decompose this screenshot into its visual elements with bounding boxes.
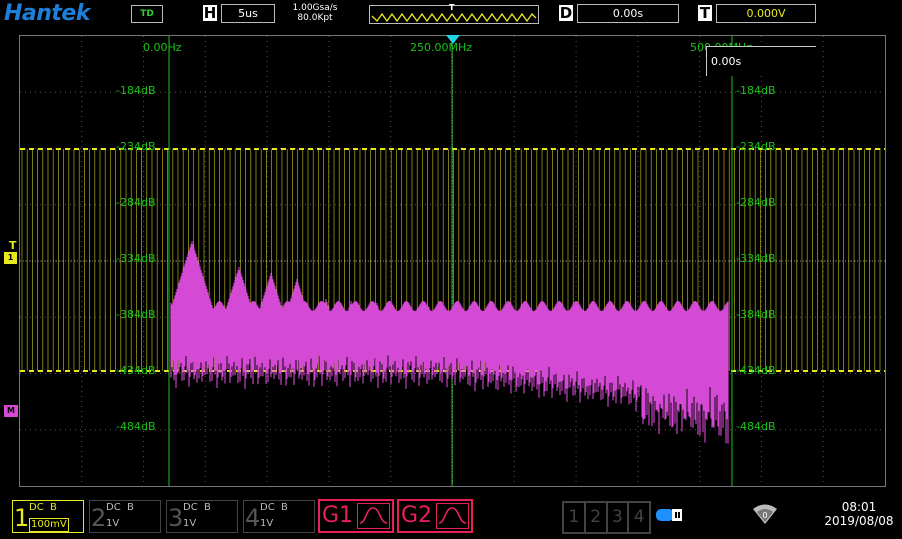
wifi-icon: 0: [753, 504, 777, 524]
trigger-level-marker[interactable]: T: [9, 239, 17, 252]
trigger-position-marker: T: [449, 3, 455, 12]
channel-coupling: DC B: [183, 502, 211, 513]
generator-label: G2: [401, 503, 433, 528]
channel-scale: 1V: [106, 518, 120, 529]
channel-scale: 1V: [183, 518, 197, 529]
channel-selector-item[interactable]: 4: [628, 502, 650, 533]
generator-label: G1: [322, 503, 354, 528]
clock-date: 2019/08/08: [824, 514, 894, 528]
generator-1-box[interactable]: G1: [318, 499, 394, 533]
db-label-left: -284dB: [116, 196, 156, 209]
channel-coupling: DC B: [106, 502, 134, 513]
svg-text:0: 0: [762, 511, 767, 520]
channel-3-box[interactable]: 3 DC B 1V: [166, 500, 238, 533]
hantek-logo: Hantek: [4, 1, 91, 26]
channel-2-box[interactable]: 2 DC B 1V: [89, 500, 161, 533]
db-label-right: -434dB: [736, 364, 776, 377]
trigger-level-value[interactable]: 0.000V: [716, 4, 816, 23]
mode-badge[interactable]: TD: [131, 5, 163, 23]
math-offset-marker[interactable]: M: [4, 405, 18, 417]
channel-scale: 100mV: [29, 518, 69, 532]
sample-rate: 1.00Gsa/s: [292, 3, 338, 13]
sine-wave-icon: [357, 503, 390, 529]
db-label-right: -334dB: [736, 252, 776, 265]
channel-selector-item[interactable]: 3: [606, 502, 629, 533]
db-label-right: -484dB: [736, 420, 776, 433]
horizontal-label: H: [203, 4, 217, 22]
db-label-right: -234dB: [736, 140, 776, 153]
db-label-left: -384dB: [116, 308, 156, 321]
channel-coupling: DC B: [260, 502, 288, 513]
db-label-right: -184dB: [736, 84, 776, 97]
memory-depth: 80.0Kpt: [297, 13, 333, 23]
channel-number: 3: [168, 504, 184, 532]
usb-drive-icon: [656, 509, 682, 521]
cursor-readout: 0.00s: [706, 46, 816, 76]
fft-start-freq: 0.00Hz: [143, 41, 182, 54]
db-label-left: -184dB: [116, 84, 156, 97]
channel-scale: 1V: [260, 518, 274, 529]
db-label-left: -484dB: [116, 420, 156, 433]
channel-selector-item[interactable]: 2: [584, 502, 607, 533]
ch1-offset-marker[interactable]: 1: [4, 252, 17, 264]
fft-center-freq: 250.00MHz: [410, 41, 473, 54]
db-label-left: -334dB: [116, 252, 156, 265]
db-label-right: -384dB: [736, 308, 776, 321]
db-label-left: -234dB: [116, 140, 156, 153]
clock-time: 08:01: [841, 500, 877, 514]
channel-selector-item[interactable]: 1: [563, 502, 585, 533]
channel-4-box[interactable]: 4 DC B 1V: [243, 500, 315, 533]
delay-value[interactable]: 0.00s: [577, 4, 679, 23]
trigger-label: T: [698, 4, 712, 22]
system-clock: 08:01 2019/08/08: [816, 500, 902, 528]
channel-number: 4: [245, 504, 261, 532]
channel-number: 1: [14, 504, 30, 532]
generator-2-box[interactable]: G2: [397, 499, 473, 533]
timebase-value[interactable]: 5us: [221, 4, 275, 23]
channel-number: 2: [91, 504, 107, 532]
sine-wave-icon: [436, 503, 469, 529]
trigger-position-bar[interactable]: T: [369, 3, 539, 24]
channel-1-box[interactable]: 1 DC B 100mV: [12, 500, 84, 533]
channel-selector[interactable]: 1 2 3 4: [562, 501, 651, 534]
delay-label: D: [559, 4, 573, 22]
db-label-left: -434dB: [116, 364, 156, 377]
db-label-right: -284dB: [736, 196, 776, 209]
channel-coupling: DC B: [29, 502, 57, 513]
top-status-bar: Hantek TD H 5us 1.00Gsa/s 80.0Kpt T D 0.…: [0, 0, 902, 28]
